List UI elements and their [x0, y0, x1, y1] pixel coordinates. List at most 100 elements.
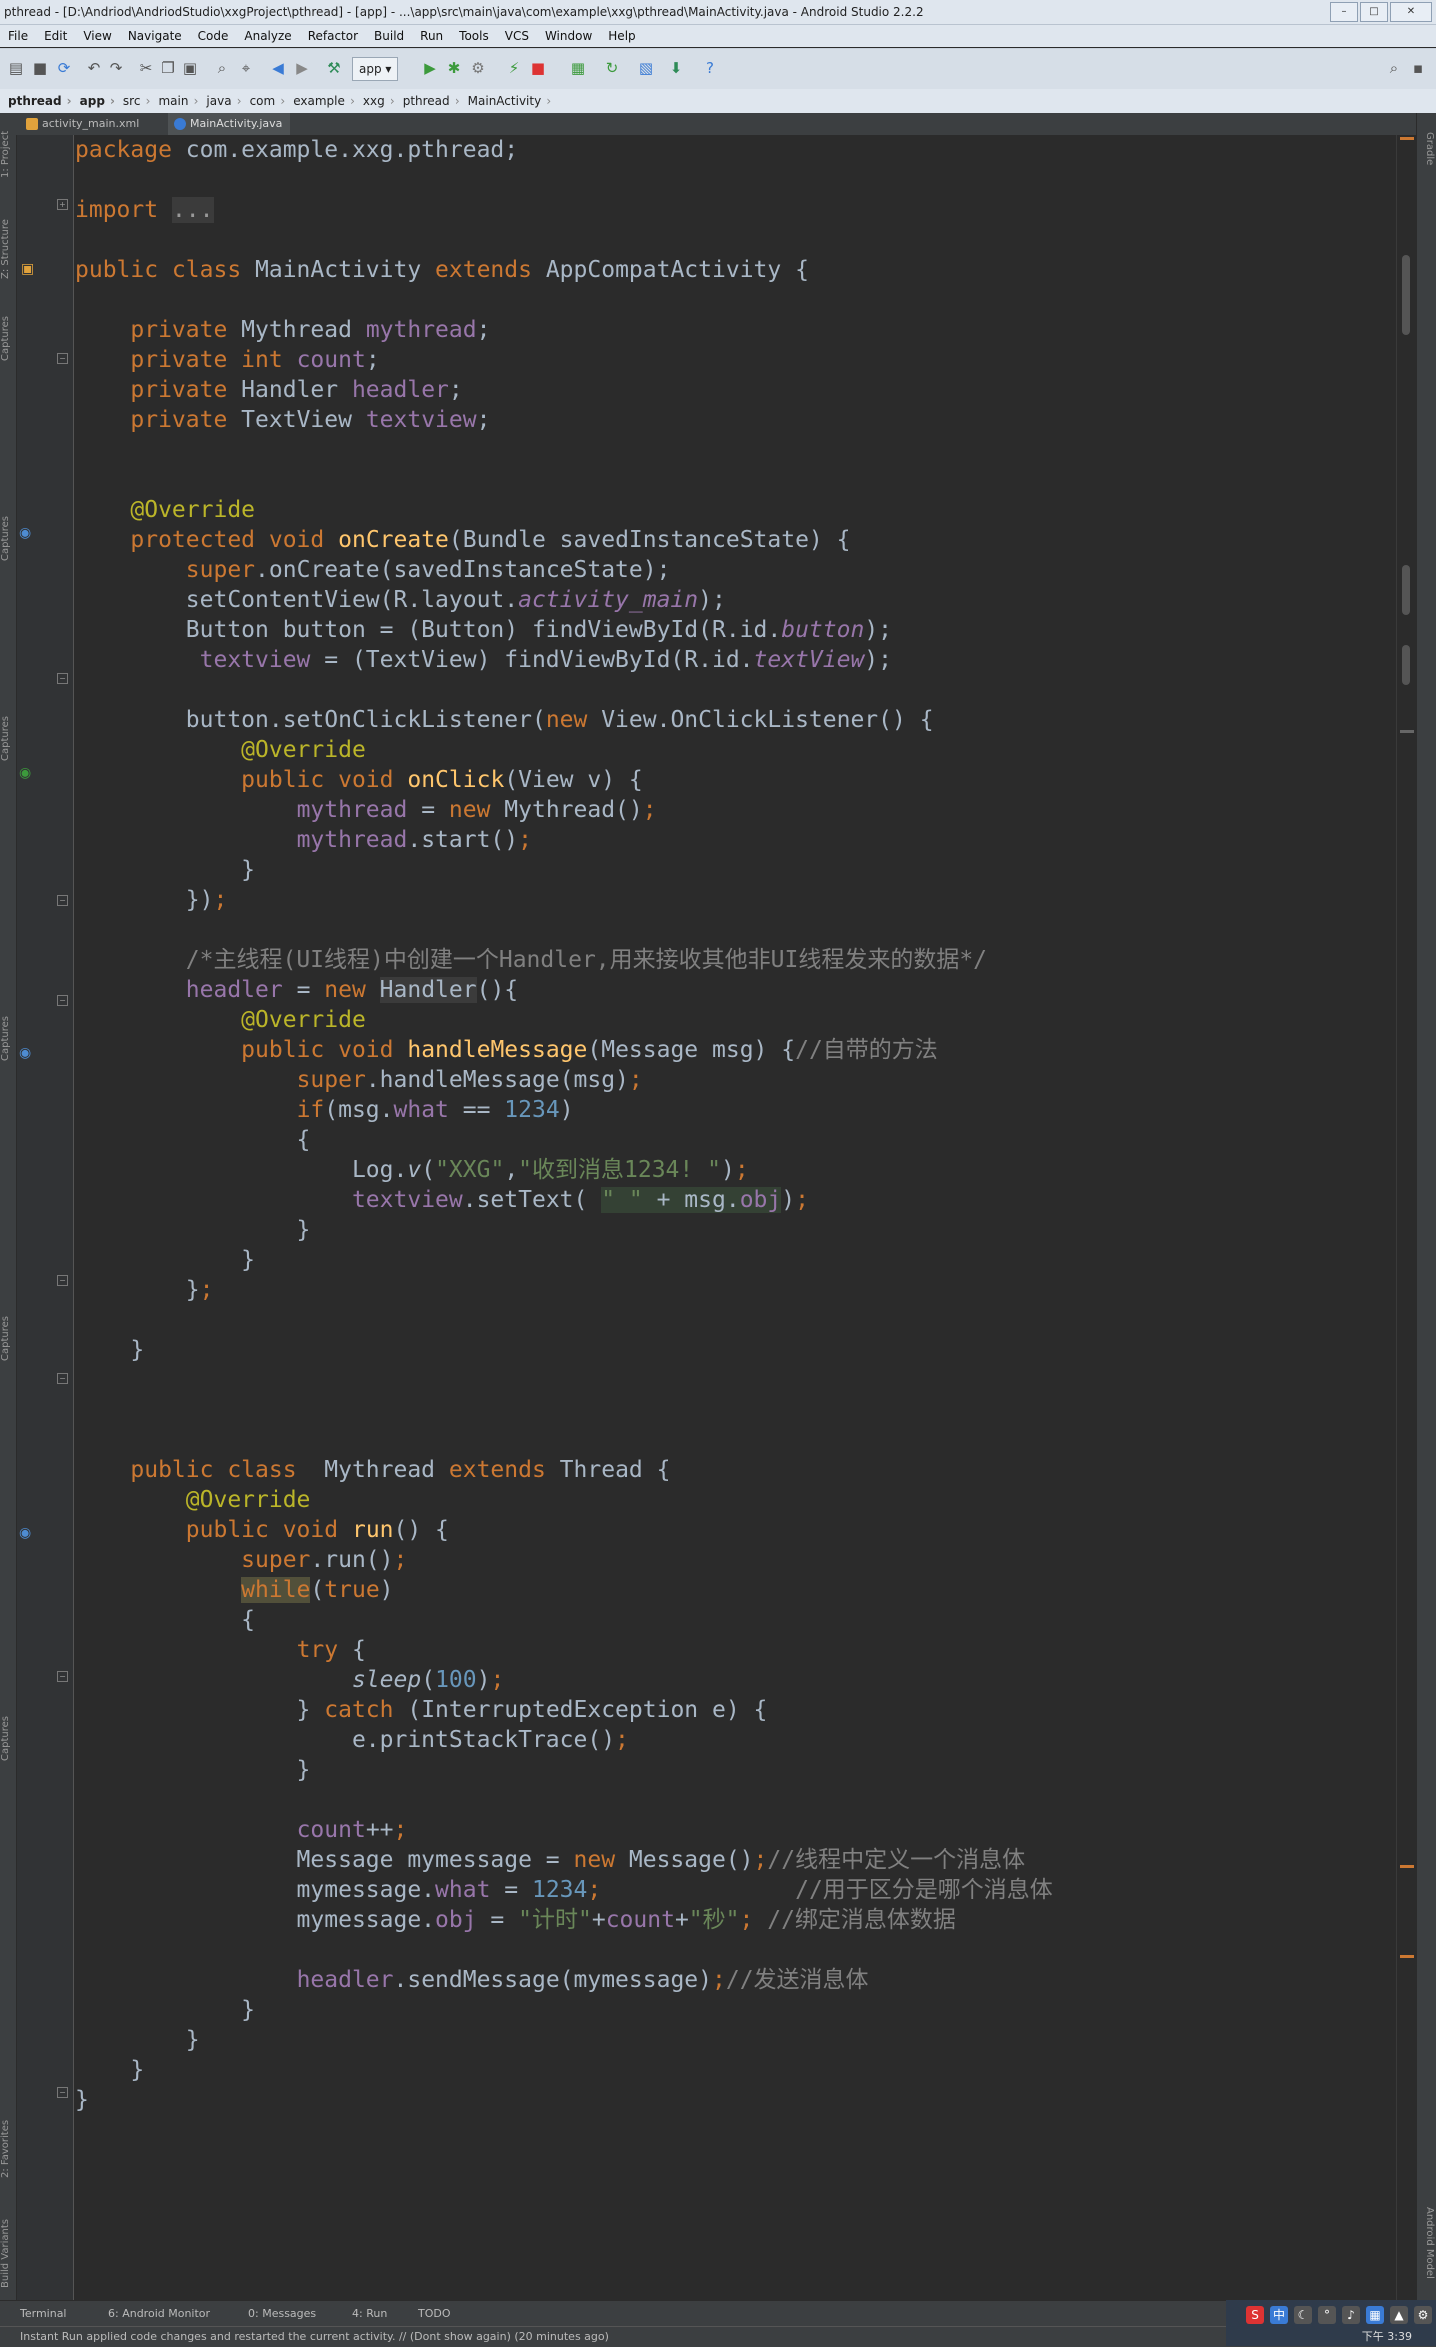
menu-tools[interactable]: Tools: [451, 25, 497, 47]
scroll-thumb[interactable]: [1402, 255, 1410, 335]
undo-icon[interactable]: ↶: [84, 58, 104, 78]
implement-method-icon[interactable]: ◉: [19, 765, 31, 781]
close-button[interactable]: ✕: [1390, 2, 1432, 22]
redo-icon[interactable]: ↷: [106, 58, 126, 78]
fold-toggle[interactable]: −: [57, 1671, 68, 1682]
breadcrumb-item[interactable]: src: [115, 89, 151, 113]
messages-button[interactable]: 0: Messages: [248, 2301, 316, 2327]
breadcrumb-item[interactable]: example: [285, 89, 355, 113]
scroll-thumb[interactable]: [1402, 645, 1410, 685]
keyboard-icon[interactable]: ▦: [1366, 2306, 1384, 2324]
tool-window-android-model[interactable]: Android Model: [1419, 2193, 1435, 2293]
sync-icon[interactable]: ⟳: [54, 58, 74, 78]
copy-icon[interactable]: ❐: [158, 58, 178, 78]
tool-window-captures[interactable]: Captures: [0, 509, 16, 569]
fold-toggle[interactable]: +: [57, 199, 68, 210]
apply-changes-icon[interactable]: ⚡: [504, 58, 524, 78]
menu-view[interactable]: View: [75, 25, 119, 47]
maximize-button[interactable]: □: [1360, 2, 1388, 22]
tool-window-captures[interactable]: Captures: [0, 1709, 16, 1769]
language-icon[interactable]: 中: [1270, 2306, 1288, 2324]
tab-activity-main-xml[interactable]: activity_main.xml: [20, 113, 147, 135]
breadcrumb-item[interactable]: app: [72, 89, 116, 113]
replace-icon[interactable]: ⌖: [236, 58, 256, 78]
tab-main-activity-java[interactable]: MainActivity.java: [168, 113, 291, 135]
marker[interactable]: [1400, 730, 1414, 733]
tool-window-gradle[interactable]: Gradle: [1419, 119, 1435, 179]
run-config-select[interactable]: app ▾: [352, 57, 399, 81]
breadcrumb-item[interactable]: xxg: [355, 89, 395, 113]
tool-window-structure[interactable]: Z: Structure: [0, 209, 16, 289]
avd-manager-icon[interactable]: ▦: [568, 58, 588, 78]
todo-button[interactable]: TODO: [418, 2301, 451, 2327]
terminal-button[interactable]: Terminal: [20, 2301, 67, 2327]
save-icon[interactable]: ■: [30, 58, 50, 78]
tool-window-captures[interactable]: Captures: [0, 1009, 16, 1069]
tool-window-captures[interactable]: Captures: [0, 709, 16, 769]
breadcrumb-item[interactable]: main: [150, 89, 198, 113]
tool-window-favorites[interactable]: 2: Favorites: [0, 2109, 16, 2189]
menu-analyze[interactable]: Analyze: [236, 25, 299, 47]
override-method-icon[interactable]: ◉: [19, 1045, 31, 1061]
menu-edit[interactable]: Edit: [36, 25, 75, 47]
attach-debugger-icon[interactable]: ⚙: [468, 58, 488, 78]
menu-refactor[interactable]: Refactor: [300, 25, 366, 47]
run-button[interactable]: 4: Run: [352, 2301, 387, 2327]
open-folder-icon[interactable]: ▤: [6, 58, 26, 78]
punctuation-icon[interactable]: °: [1318, 2306, 1336, 2324]
tool-window-captures[interactable]: Captures: [0, 309, 16, 369]
sdk-manager-icon[interactable]: ⬇: [666, 58, 686, 78]
input-method-icon[interactable]: S: [1246, 2306, 1264, 2324]
microphone-icon[interactable]: ♪: [1342, 2306, 1360, 2324]
shirt-icon[interactable]: ▲: [1390, 2306, 1408, 2324]
menu-window[interactable]: Window: [537, 25, 600, 47]
breadcrumb-item[interactable]: pthread: [0, 89, 72, 113]
user-icon[interactable]: ▪: [1408, 58, 1428, 78]
minimize-button[interactable]: –: [1330, 2, 1358, 22]
fold-toggle[interactable]: −: [57, 1373, 68, 1384]
warning-marker[interactable]: [1400, 137, 1414, 140]
debug-icon[interactable]: ✱: [444, 58, 464, 78]
breadcrumb-item[interactable]: pthread: [395, 89, 460, 113]
sync-gradle-icon[interactable]: ↻: [602, 58, 622, 78]
warning-marker[interactable]: [1400, 1955, 1414, 1958]
moon-icon[interactable]: ☾: [1294, 2306, 1312, 2324]
menu-file[interactable]: File: [0, 25, 36, 47]
breadcrumb-item[interactable]: com: [242, 89, 286, 113]
fold-toggle[interactable]: −: [57, 353, 68, 364]
warning-marker[interactable]: [1400, 1865, 1414, 1868]
run-icon[interactable]: ▶: [420, 58, 440, 78]
tool-window-project[interactable]: 1: Project: [0, 119, 16, 189]
make-project-icon[interactable]: ⚒: [324, 58, 344, 78]
find-icon[interactable]: ⌕: [212, 58, 232, 78]
stop-icon[interactable]: ■: [528, 58, 548, 78]
tool-window-build-variants[interactable]: Build Variants: [0, 2209, 16, 2299]
fold-toggle[interactable]: −: [57, 1275, 68, 1286]
fold-toggle[interactable]: −: [57, 895, 68, 906]
fold-toggle[interactable]: −: [57, 2087, 68, 2098]
menu-navigate[interactable]: Navigate: [120, 25, 190, 47]
scroll-thumb[interactable]: [1402, 565, 1410, 615]
menu-build[interactable]: Build: [366, 25, 412, 47]
breadcrumb-item[interactable]: MainActivity: [460, 89, 552, 113]
menu-run[interactable]: Run: [412, 25, 451, 47]
menu-vcs[interactable]: VCS: [497, 25, 537, 47]
cut-icon[interactable]: ✂: [136, 58, 156, 78]
paste-icon[interactable]: ▣: [180, 58, 200, 78]
fold-toggle[interactable]: −: [57, 995, 68, 1006]
menu-code[interactable]: Code: [190, 25, 237, 47]
forward-icon[interactable]: ▶: [292, 58, 312, 78]
android-monitor-button[interactable]: 6: Android Monitor: [108, 2301, 210, 2327]
menu-help[interactable]: Help: [600, 25, 643, 47]
tools-icon[interactable]: ⚙: [1414, 2306, 1432, 2324]
breadcrumb-item[interactable]: java: [198, 89, 241, 113]
tool-window-captures[interactable]: Captures: [0, 1309, 16, 1369]
editor-scrollbar[interactable]: [1396, 135, 1415, 2300]
project-structure-icon[interactable]: ▧: [636, 58, 656, 78]
override-method-icon[interactable]: ◉: [19, 525, 31, 541]
back-icon[interactable]: ◀: [268, 58, 288, 78]
fold-toggle[interactable]: −: [57, 673, 68, 684]
help-icon[interactable]: ?: [700, 58, 720, 78]
override-method-icon[interactable]: ◉: [19, 1525, 31, 1541]
search-everywhere-icon[interactable]: ⌕: [1384, 58, 1404, 78]
